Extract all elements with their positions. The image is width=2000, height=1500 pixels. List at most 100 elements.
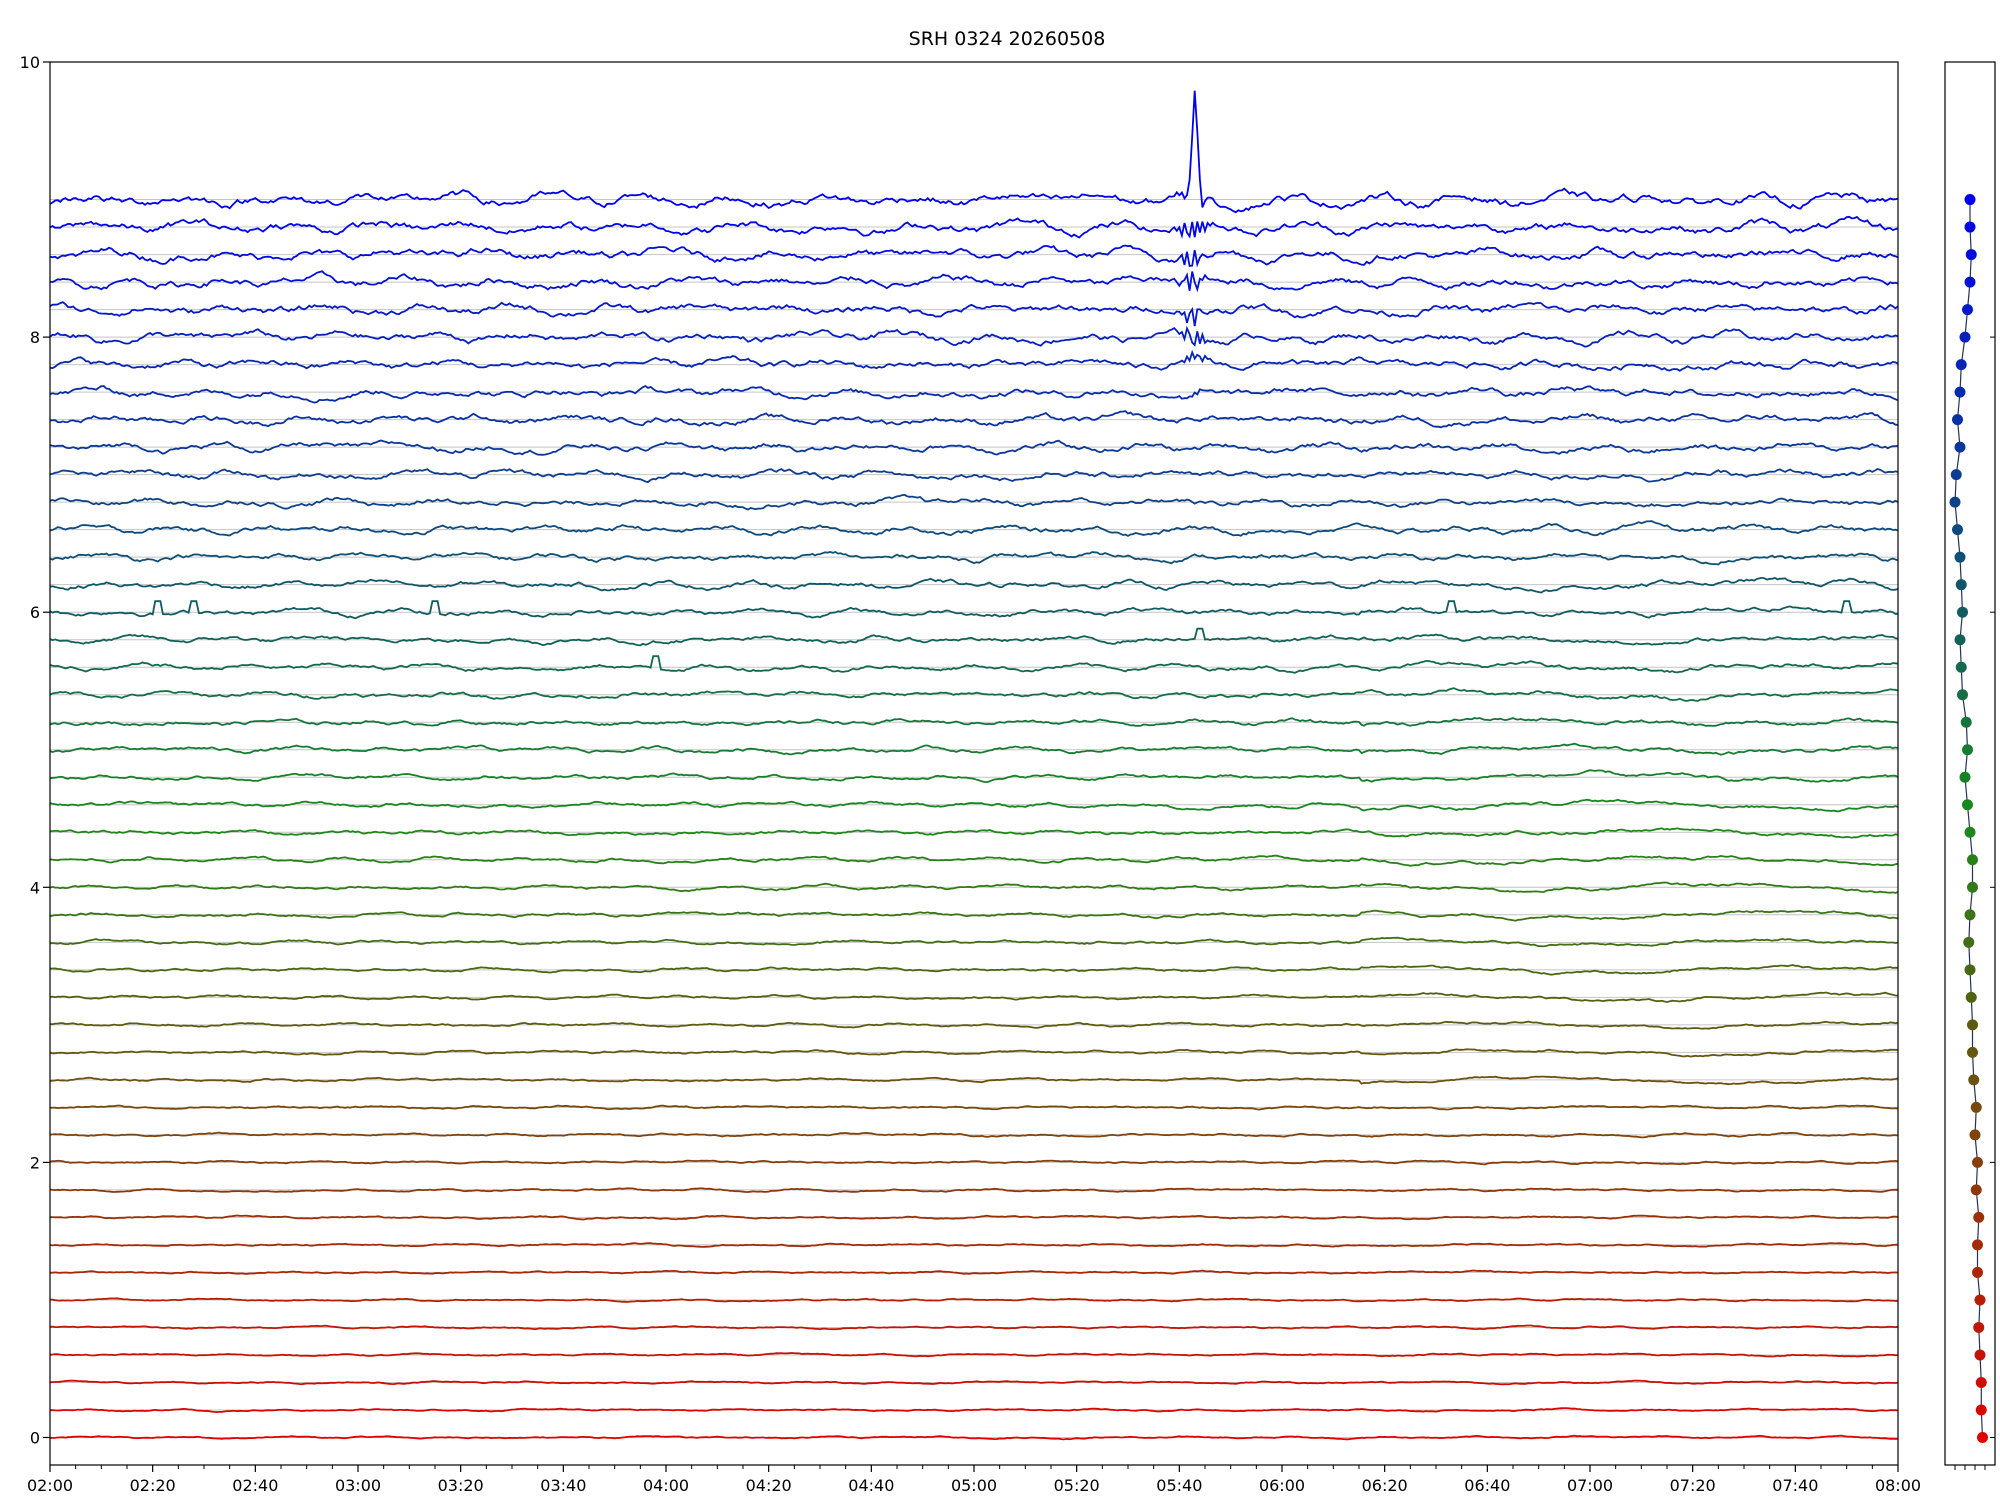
x-tick-label: 07:20: [1670, 1476, 1716, 1495]
trace-line: [49, 1269, 1899, 1275]
side-point: [1973, 1321, 1985, 1333]
side-point: [1962, 744, 1973, 756]
side-point: [1972, 1266, 1983, 1278]
trace-line: [49, 384, 1899, 404]
side-point: [1967, 1019, 1978, 1031]
chart-title: SRH 0324 20260508: [909, 28, 1106, 50]
x-tick-label: 02:40: [232, 1476, 278, 1495]
side-point: [1972, 1239, 1983, 1251]
side-point: [1967, 854, 1978, 866]
trace-line: [49, 468, 1899, 484]
side-point: [1957, 689, 1968, 701]
trace-line: [49, 1104, 1899, 1111]
x-tick-label: 06:20: [1362, 1476, 1408, 1495]
side-point: [1969, 1129, 1981, 1141]
side-point: [1964, 276, 1976, 288]
x-tick-label: 06:00: [1259, 1476, 1305, 1495]
x-tick-label: 06:40: [1464, 1476, 1510, 1495]
x-tick-label: 05:40: [1156, 1476, 1202, 1495]
side-point: [1964, 194, 1976, 206]
side-point: [1965, 991, 1977, 1003]
x-tick-label: 03:40: [540, 1476, 586, 1495]
side-point: [1973, 1211, 1985, 1223]
y-tick-label: 6: [30, 603, 40, 622]
main-axes: 02:00 02:20 02:40 03:00 03:20 03:40 04:00 04:20…: [20, 53, 1921, 1495]
side-point: [1963, 936, 1975, 948]
y-tick-label: 2: [30, 1153, 40, 1172]
x-tick-label: 08:00: [1875, 1476, 1921, 1495]
side-point: [1952, 524, 1963, 536]
figure-canvas: SRH 0324 20260508 02:00 02:20 02:40 03:00 03…: [20, 28, 1996, 1495]
side-point: [1962, 304, 1973, 316]
x-tick-label: 03:20: [438, 1476, 484, 1495]
side-point: [1960, 716, 1972, 728]
trace-line: [49, 1075, 1899, 1086]
y-tick-label: 0: [30, 1428, 40, 1447]
trace-line: [49, 301, 1899, 327]
trace-line: [49, 627, 1899, 647]
x-axis: 02:00 02:20 02:40 03:00 03:20 03:40 04:00 04:20…: [27, 1465, 1921, 1495]
trace-line: [49, 854, 1899, 867]
side-point: [1949, 496, 1961, 508]
side-point: [1974, 1349, 1986, 1361]
trace-line: [49, 1434, 1899, 1441]
baseline-grid: [50, 199, 1898, 1438]
trace-line: [49, 798, 1899, 813]
trace-line: [49, 90, 1899, 214]
side-point: [1954, 441, 1966, 453]
side-point: [1975, 1376, 1987, 1388]
trace-line: [49, 349, 1899, 372]
trace-line: [49, 881, 1899, 894]
side-point: [1959, 771, 1971, 783]
trace-line: [49, 1242, 1899, 1248]
side-point: [1954, 386, 1966, 398]
x-tick-label: 02:20: [130, 1476, 176, 1495]
trace-line: [49, 1297, 1899, 1303]
trace-line: [49, 1020, 1899, 1030]
y-tick-label: 4: [30, 878, 40, 897]
side-point: [1952, 414, 1963, 426]
trace-line: [49, 769, 1899, 784]
trace-line: [49, 655, 1899, 674]
trace-line: [49, 827, 1899, 839]
trace-line: [49, 1048, 1899, 1058]
side-point: [1954, 551, 1966, 563]
trace-line: [49, 439, 1899, 456]
side-point: [1970, 1101, 1982, 1113]
side-point: [1975, 1404, 1987, 1416]
x-tick-label: 03:00: [335, 1476, 381, 1495]
trace-line: [49, 244, 1899, 268]
x-tick-label: 04:00: [643, 1476, 689, 1495]
trace-line: [49, 1352, 1899, 1358]
trace-line: [49, 520, 1899, 537]
side-point: [1959, 331, 1971, 343]
y-tick-label: 10: [20, 53, 40, 72]
side-axis-ticks: [1954, 61, 1995, 1470]
side-point: [1962, 799, 1973, 811]
side-point: [1964, 221, 1976, 233]
side-point: [1950, 469, 1962, 481]
trace-line: [49, 576, 1899, 594]
trace-line: [49, 742, 1899, 756]
side-point: [1970, 1184, 1982, 1196]
y-tick-label: 8: [30, 328, 40, 347]
trace-line: [49, 909, 1899, 922]
side-axes: [1944, 61, 1996, 1470]
side-point: [1974, 1294, 1986, 1306]
x-tick-label: 07:40: [1772, 1476, 1818, 1495]
side-point: [1965, 249, 1977, 261]
trace-line: [50, 1407, 1899, 1414]
main-plot-frame: [49, 61, 1899, 1466]
x-tick-label: 04:40: [848, 1476, 894, 1495]
side-point: [1964, 909, 1976, 921]
trace-line: [49, 600, 1899, 620]
side-point: [1967, 1046, 1978, 1058]
trace-line: [49, 1187, 1899, 1193]
side-point: [1964, 826, 1976, 838]
side-point: [1954, 634, 1966, 646]
side-point: [1977, 1431, 1988, 1443]
side-point: [1972, 1156, 1983, 1168]
trace-lines: [49, 90, 1899, 1441]
x-tick-label: 02:00: [27, 1476, 73, 1495]
side-point: [1955, 579, 1967, 591]
